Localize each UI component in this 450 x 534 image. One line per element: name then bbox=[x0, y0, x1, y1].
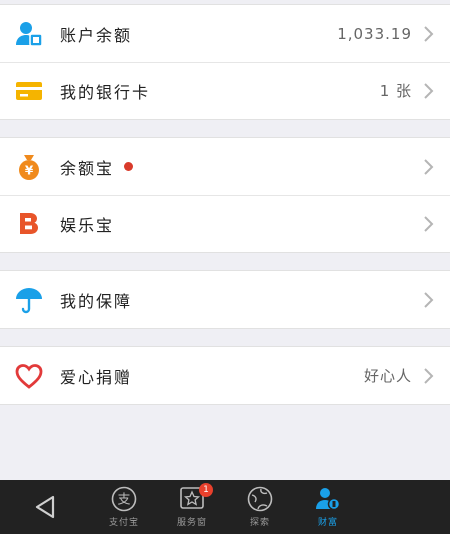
svg-text:¥: ¥ bbox=[25, 163, 34, 177]
service-window-badge: 1 bbox=[199, 483, 213, 497]
charity-donation-label: 爱心捐赠 bbox=[60, 367, 133, 387]
bank-card-icon bbox=[14, 76, 44, 106]
yulebao-row[interactable]: 娱乐宝 bbox=[0, 195, 450, 252]
tab-service-window-label: 服务窗 bbox=[176, 518, 207, 528]
heart-icon bbox=[14, 361, 44, 391]
bottom-nav-bar: 支 支付宝 1 服务窗 探索 财富 bbox=[0, 480, 450, 534]
yuebao-row[interactable]: ¥ 余额宝 bbox=[0, 138, 450, 195]
my-protection-label: 我的保障 bbox=[60, 291, 133, 311]
yulebao-label: 娱乐宝 bbox=[60, 215, 115, 235]
entertainment-b-icon bbox=[14, 209, 44, 239]
wealth-user-icon bbox=[315, 486, 341, 512]
finance-group: ¥ 余额宝 娱乐宝 bbox=[0, 137, 450, 253]
back-triangle-icon bbox=[35, 495, 55, 519]
alipay-icon: 支 bbox=[111, 486, 137, 512]
charity-group: 爱心捐赠 好心人 bbox=[0, 346, 450, 405]
tab-explore-label: 探索 bbox=[249, 518, 270, 528]
tab-wealth[interactable]: 财富 bbox=[294, 480, 362, 534]
account-user-icon bbox=[14, 19, 44, 49]
tab-alipay[interactable]: 支 支付宝 bbox=[90, 480, 158, 534]
chevron-right-icon bbox=[424, 158, 434, 175]
chevron-right-icon bbox=[424, 82, 434, 99]
tab-alipay-label: 支付宝 bbox=[108, 518, 139, 528]
yuebao-label: 余额宝 bbox=[60, 158, 115, 178]
tab-explore[interactable]: 探索 bbox=[226, 480, 294, 534]
chevron-right-icon bbox=[424, 367, 434, 384]
bank-card-count: 1 张 bbox=[379, 82, 412, 100]
tab-wealth-label: 财富 bbox=[317, 518, 338, 528]
back-button[interactable] bbox=[0, 480, 90, 534]
insurance-group: 我的保障 bbox=[0, 270, 450, 329]
charity-title-value: 好心人 bbox=[363, 367, 412, 385]
umbrella-icon bbox=[14, 285, 44, 315]
chevron-right-icon bbox=[424, 291, 434, 308]
balance-group: 账户余额 1,033.19 我的银行卡 1 张 bbox=[0, 4, 450, 120]
account-balance-row[interactable]: 账户余额 1,033.19 bbox=[0, 5, 450, 62]
bank-card-row[interactable]: 我的银行卡 1 张 bbox=[0, 62, 450, 119]
money-bag-icon: ¥ bbox=[14, 152, 44, 182]
chevron-right-icon bbox=[424, 25, 434, 42]
svg-text:支: 支 bbox=[117, 493, 130, 508]
bank-card-label: 我的银行卡 bbox=[60, 82, 151, 102]
tab-service-window[interactable]: 1 服务窗 bbox=[158, 480, 226, 534]
account-balance-value: 1,033.19 bbox=[337, 24, 412, 43]
notification-dot bbox=[124, 162, 134, 171]
charity-donation-row[interactable]: 爱心捐赠 好心人 bbox=[0, 347, 450, 404]
my-protection-row[interactable]: 我的保障 bbox=[0, 271, 450, 328]
account-balance-label: 账户余额 bbox=[60, 25, 133, 45]
explore-globe-icon bbox=[247, 486, 273, 512]
chevron-right-icon bbox=[424, 215, 434, 232]
service-window-icon: 1 bbox=[179, 483, 213, 512]
